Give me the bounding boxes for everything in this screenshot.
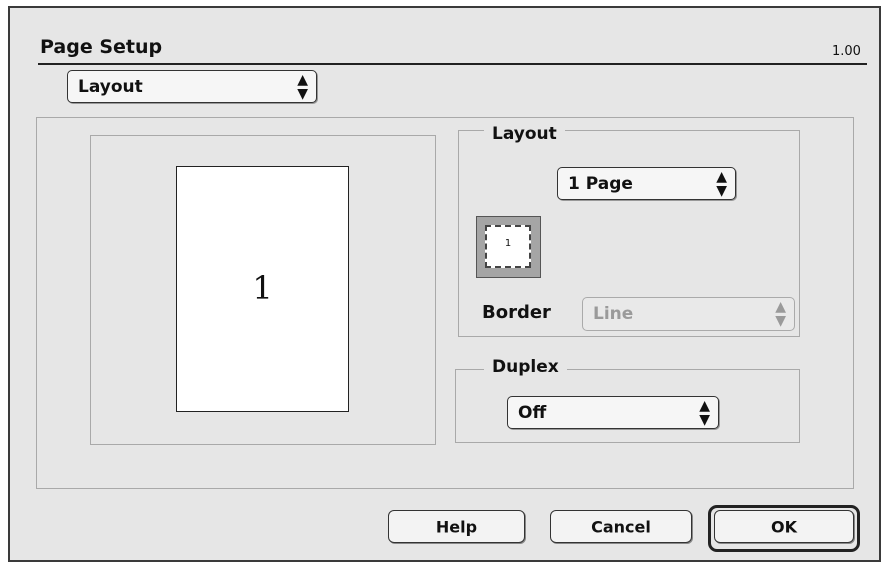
layout-direction-button[interactable]: 1 xyxy=(476,216,541,278)
duplex-select-value: Off xyxy=(518,402,547,423)
duplex-group-title: Duplex xyxy=(484,357,567,377)
updown-arrows-icon: ▲ ▼ xyxy=(716,168,727,199)
ok-button-label: OK xyxy=(771,517,797,536)
dialog-title: Page Setup xyxy=(40,36,163,58)
ok-button[interactable]: OK xyxy=(714,510,854,543)
updown-arrows-icon: ▲ ▼ xyxy=(775,299,786,329)
border-select[interactable]: Line ▲ ▼ xyxy=(582,297,795,331)
pages-per-sheet-select[interactable]: 1 Page ▲ ▼ xyxy=(557,167,736,200)
page-preview: 1 xyxy=(176,166,349,412)
preview-page-number: 1 xyxy=(252,269,273,307)
title-divider xyxy=(38,63,867,65)
layout-group-title: Layout xyxy=(484,124,565,144)
updown-arrows-icon: ▲ ▼ xyxy=(699,397,710,428)
version-label: 1.00 xyxy=(832,44,861,59)
help-button[interactable]: Help xyxy=(388,510,525,543)
duplex-select[interactable]: Off ▲ ▼ xyxy=(507,396,719,429)
updown-arrows-icon: ▲ ▼ xyxy=(297,71,308,102)
pages-per-sheet-value: 1 Page xyxy=(568,173,633,194)
layout-thumbnail: 1 xyxy=(485,225,531,268)
category-select-value: Layout xyxy=(78,76,143,97)
border-label: Border xyxy=(482,302,551,323)
help-button-label: Help xyxy=(435,517,478,536)
category-select[interactable]: Layout ▲ ▼ xyxy=(67,70,317,103)
border-select-value: Line xyxy=(593,304,634,324)
cancel-button[interactable]: Cancel xyxy=(550,510,692,543)
cancel-button-label: Cancel xyxy=(591,517,651,536)
thumbnail-page-number: 1 xyxy=(504,238,512,249)
